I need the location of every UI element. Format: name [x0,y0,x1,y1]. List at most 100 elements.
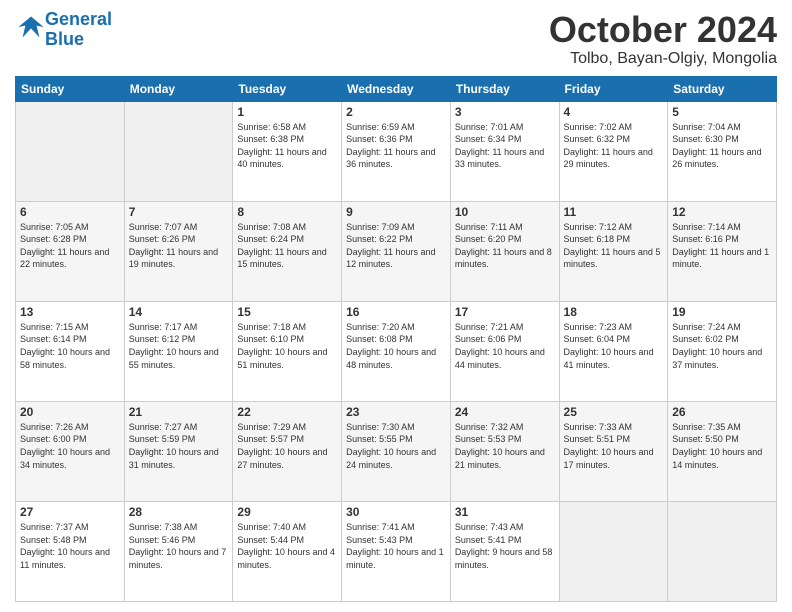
day-number: 24 [455,405,555,419]
day-info: Sunrise: 7:05 AM Sunset: 6:28 PM Dayligh… [20,221,120,271]
table-row: 29 Sunrise: 7:40 AM Sunset: 5:44 PM Dayli… [233,501,342,601]
table-row [16,101,125,201]
day-info: Sunrise: 7:43 AM Sunset: 5:41 PM Dayligh… [455,521,555,571]
table-row: 9 Sunrise: 7:09 AM Sunset: 6:22 PM Daylig… [342,201,451,301]
day-number: 6 [20,205,120,219]
day-info: Sunrise: 7:09 AM Sunset: 6:22 PM Dayligh… [346,221,446,271]
day-number: 13 [20,305,120,319]
day-info: Sunrise: 7:11 AM Sunset: 6:20 PM Dayligh… [455,221,555,271]
day-number: 25 [564,405,664,419]
day-number: 26 [672,405,772,419]
day-info: Sunrise: 7:40 AM Sunset: 5:44 PM Dayligh… [237,521,337,571]
table-row: 30 Sunrise: 7:41 AM Sunset: 5:43 PM Dayli… [342,501,451,601]
day-info: Sunrise: 7:20 AM Sunset: 6:08 PM Dayligh… [346,321,446,371]
day-info: Sunrise: 7:01 AM Sunset: 6:34 PM Dayligh… [455,121,555,171]
calendar-week-row: 13Sunrise: 7:15 AM Sunset: 6:14 PM Dayli… [16,301,777,401]
col-tuesday: Tuesday [233,76,342,101]
day-info: Sunrise: 7:32 AM Sunset: 5:53 PM Dayligh… [455,421,555,471]
col-friday: Friday [559,76,668,101]
day-number: 20 [20,405,120,419]
table-row: 17 Sunrise: 7:21 AM Sunset: 6:06 PM Dayli… [450,301,559,401]
table-row: 19Sunrise: 7:24 AM Sunset: 6:02 PM Dayli… [668,301,777,401]
day-info: Sunrise: 7:33 AM Sunset: 5:51 PM Dayligh… [564,421,664,471]
day-info: Sunrise: 7:21 AM Sunset: 6:06 PM Dayligh… [455,321,555,371]
day-number: 23 [346,405,446,419]
logo-line2: Blue [45,29,84,49]
day-number: 15 [237,305,337,319]
day-number: 16 [346,305,446,319]
table-row: 16 Sunrise: 7:20 AM Sunset: 6:08 PM Dayli… [342,301,451,401]
col-saturday: Saturday [668,76,777,101]
day-number: 30 [346,505,446,519]
day-number: 11 [564,205,664,219]
table-row: 1 Sunrise: 6:58 AM Sunset: 6:38 PM Daylig… [233,101,342,201]
month-title: October 2024 [549,10,777,50]
table-row: 20 Sunrise: 7:26 AM Sunset: 6:00 PM Dayli… [16,401,125,501]
table-row: 31Sunrise: 7:43 AM Sunset: 5:41 PM Dayli… [450,501,559,601]
day-info: Sunrise: 6:58 AM Sunset: 6:38 PM Dayligh… [237,121,337,171]
page: General Blue October 2024 Tolbo, Bayan-O… [0,0,792,612]
table-row: 15 Sunrise: 7:18 AM Sunset: 6:10 PM Dayli… [233,301,342,401]
day-info: Sunrise: 6:59 AM Sunset: 6:36 PM Dayligh… [346,121,446,171]
table-row: 6 Sunrise: 7:05 AM Sunset: 6:28 PM Daylig… [16,201,125,301]
location-title: Tolbo, Bayan-Olgiy, Mongolia [549,50,777,68]
col-sunday: Sunday [16,76,125,101]
day-info: Sunrise: 7:26 AM Sunset: 6:00 PM Dayligh… [20,421,120,471]
col-monday: Monday [124,76,233,101]
day-info: Sunrise: 7:30 AM Sunset: 5:55 PM Dayligh… [346,421,446,471]
day-info: Sunrise: 7:23 AM Sunset: 6:04 PM Dayligh… [564,321,664,371]
calendar-week-row: 6 Sunrise: 7:05 AM Sunset: 6:28 PM Daylig… [16,201,777,301]
table-row [124,101,233,201]
logo-text: General Blue [45,10,112,50]
calendar-week-row: 27Sunrise: 7:37 AM Sunset: 5:48 PM Dayli… [16,501,777,601]
day-info: Sunrise: 7:35 AM Sunset: 5:50 PM Dayligh… [672,421,772,471]
title-block: October 2024 Tolbo, Bayan-Olgiy, Mongoli… [549,10,777,68]
day-info: Sunrise: 7:18 AM Sunset: 6:10 PM Dayligh… [237,321,337,371]
day-number: 2 [346,105,446,119]
day-number: 9 [346,205,446,219]
day-info: Sunrise: 7:14 AM Sunset: 6:16 PM Dayligh… [672,221,772,271]
day-info: Sunrise: 7:02 AM Sunset: 6:32 PM Dayligh… [564,121,664,171]
day-info: Sunrise: 7:29 AM Sunset: 5:57 PM Dayligh… [237,421,337,471]
table-row: 28Sunrise: 7:38 AM Sunset: 5:46 PM Dayli… [124,501,233,601]
day-number: 4 [564,105,664,119]
col-thursday: Thursday [450,76,559,101]
table-row: 5Sunrise: 7:04 AM Sunset: 6:30 PM Daylig… [668,101,777,201]
table-row: 18Sunrise: 7:23 AM Sunset: 6:04 PM Dayli… [559,301,668,401]
table-row: 12Sunrise: 7:14 AM Sunset: 6:16 PM Dayli… [668,201,777,301]
day-number: 29 [237,505,337,519]
day-number: 1 [237,105,337,119]
day-number: 22 [237,405,337,419]
logo-bird-icon [17,13,45,41]
table-row: 14 Sunrise: 7:17 AM Sunset: 6:12 PM Dayli… [124,301,233,401]
table-row: 26 Sunrise: 7:35 AM Sunset: 5:50 PM Dayli… [668,401,777,501]
calendar-table: Sunday Monday Tuesday Wednesday Thursday… [15,76,777,602]
day-info: Sunrise: 7:27 AM Sunset: 5:59 PM Dayligh… [129,421,229,471]
day-number: 7 [129,205,229,219]
day-number: 3 [455,105,555,119]
day-info: Sunrise: 7:17 AM Sunset: 6:12 PM Dayligh… [129,321,229,371]
day-number: 14 [129,305,229,319]
table-row: 23 Sunrise: 7:30 AM Sunset: 5:55 PM Dayli… [342,401,451,501]
day-number: 8 [237,205,337,219]
day-info: Sunrise: 7:41 AM Sunset: 5:43 PM Dayligh… [346,521,446,571]
table-row: 24 Sunrise: 7:32 AM Sunset: 5:53 PM Dayli… [450,401,559,501]
table-row: 2 Sunrise: 6:59 AM Sunset: 6:36 PM Daylig… [342,101,451,201]
day-info: Sunrise: 7:38 AM Sunset: 5:46 PM Dayligh… [129,521,229,571]
table-row: 13Sunrise: 7:15 AM Sunset: 6:14 PM Dayli… [16,301,125,401]
table-row: 11 Sunrise: 7:12 AM Sunset: 6:18 PM Dayli… [559,201,668,301]
table-row [559,501,668,601]
logo-line1: General [45,9,112,29]
calendar-week-row: 1 Sunrise: 6:58 AM Sunset: 6:38 PM Daylig… [16,101,777,201]
day-info: Sunrise: 7:12 AM Sunset: 6:18 PM Dayligh… [564,221,664,271]
table-row: 10 Sunrise: 7:11 AM Sunset: 6:20 PM Dayli… [450,201,559,301]
day-info: Sunrise: 7:37 AM Sunset: 5:48 PM Dayligh… [20,521,120,571]
calendar-week-row: 20 Sunrise: 7:26 AM Sunset: 6:00 PM Dayli… [16,401,777,501]
day-number: 19 [672,305,772,319]
table-row: 21Sunrise: 7:27 AM Sunset: 5:59 PM Dayli… [124,401,233,501]
table-row: 4 Sunrise: 7:02 AM Sunset: 6:32 PM Daylig… [559,101,668,201]
day-number: 17 [455,305,555,319]
day-info: Sunrise: 7:08 AM Sunset: 6:24 PM Dayligh… [237,221,337,271]
logo: General Blue [15,10,112,50]
day-number: 10 [455,205,555,219]
